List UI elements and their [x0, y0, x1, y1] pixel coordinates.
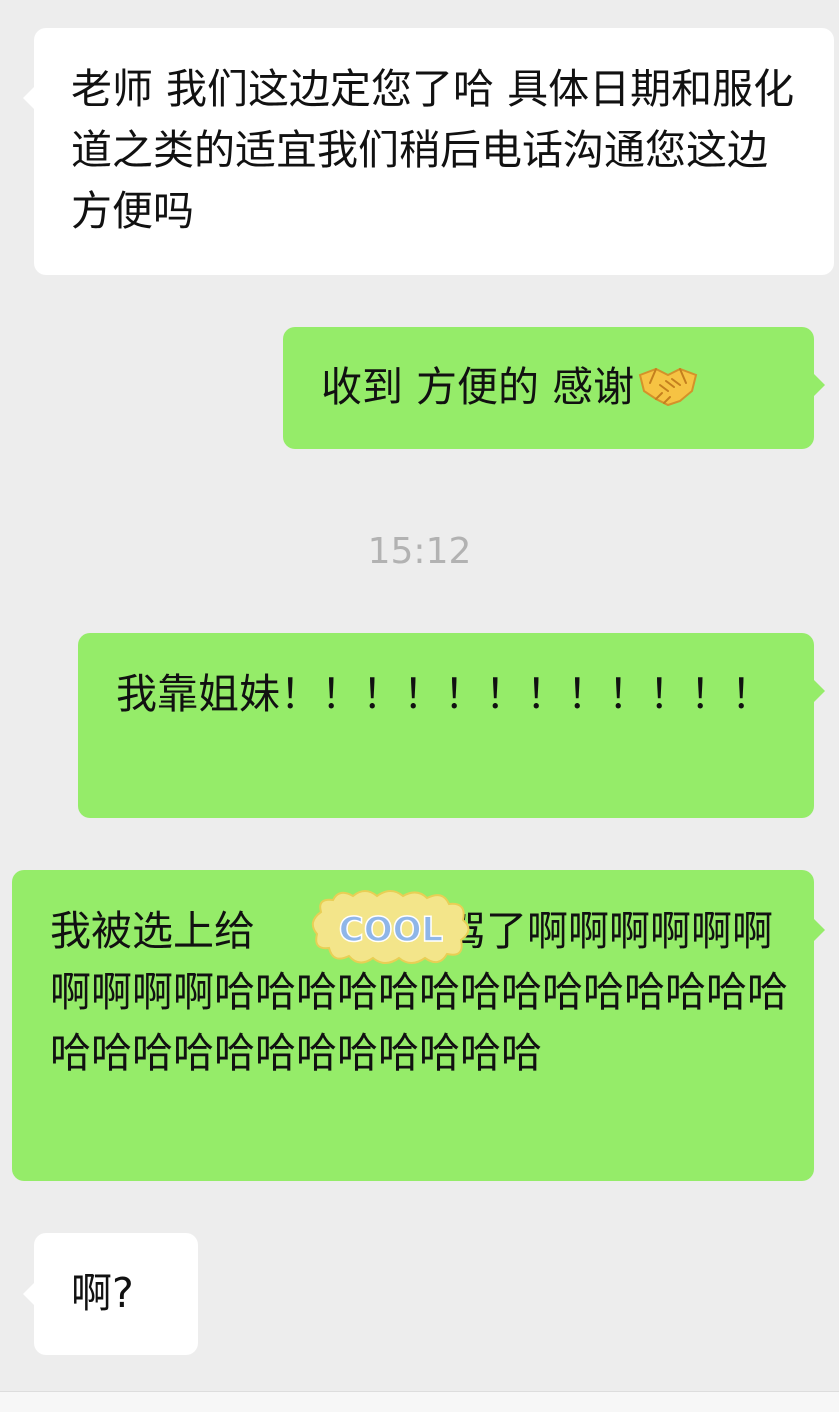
message-text: 我靠姐妹！！！！！！！！！！！！ [116, 670, 772, 718]
outgoing-message-bubble[interactable]: 我靠姐妹！！！！！！！！！！！！ [78, 633, 825, 818]
message-text: 老师 我们这边定您了哈 具体日期和服化道之类的适宜我们稍后电话沟通您这边方便吗 [71, 65, 795, 235]
outgoing-message-bubble[interactable]: 收到 方便的 感谢 [283, 327, 825, 449]
message-text: 我被选上给 [50, 907, 255, 955]
cool-sticker-icon: COOL [311, 890, 470, 964]
incoming-message-bubble[interactable]: 啊? [23, 1233, 198, 1355]
message-text: 收到 方便的 感谢 [321, 363, 635, 411]
input-bar-edge [0, 1391, 839, 1412]
cool-sticker-text: COOL [339, 910, 443, 950]
handshake-emoji-icon [638, 367, 698, 407]
incoming-message-bubble[interactable]: 老师 我们这边定您了哈 具体日期和服化道之类的适宜我们稍后电话沟通您这边方便吗 [23, 28, 834, 275]
message-timestamp: 15:12 [367, 531, 472, 572]
message-text: 啊? [71, 1269, 134, 1317]
